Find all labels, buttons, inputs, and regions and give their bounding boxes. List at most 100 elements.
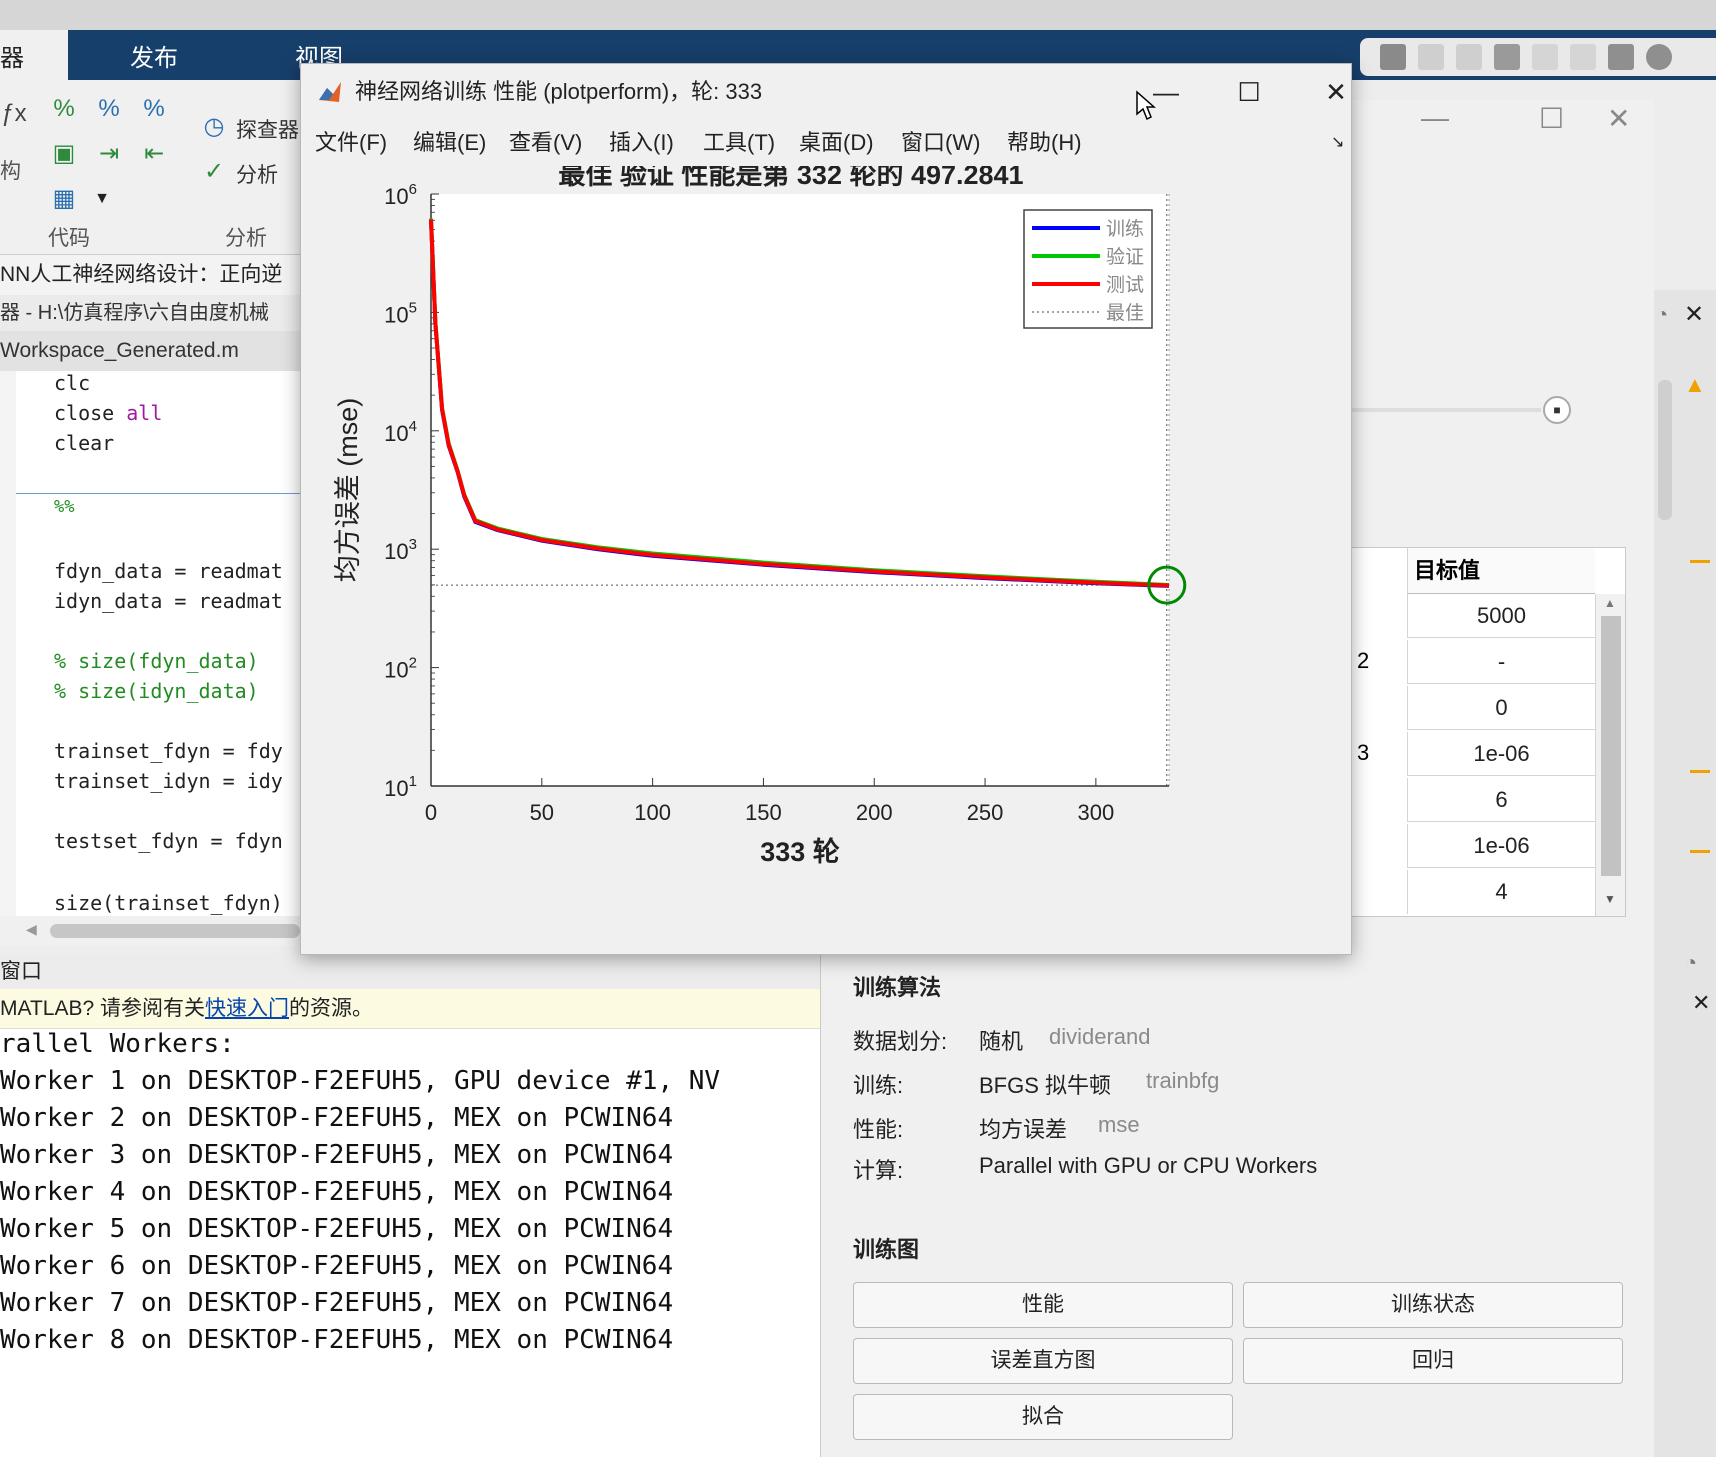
algo-value: 均方误差 [979, 1117, 1068, 1142]
stop-icon[interactable]: ■ [1543, 396, 1571, 424]
algo-func: trainbfg [1146, 1068, 1220, 1093]
y-tick-label: 104 [384, 418, 417, 446]
bg-minimize-icon[interactable]: — [1421, 102, 1449, 134]
code-line: % size(idyn_data) [54, 679, 259, 703]
legend-label: 测试 [1106, 274, 1144, 296]
code-line: trainset_idyn = idy [54, 769, 283, 793]
table-cell: - [1407, 640, 1595, 684]
editor-horizontal-scrollbar[interactable]: ◀ [0, 916, 310, 946]
wrap-comments-icon[interactable]: % [140, 95, 168, 123]
right-side-panel: ◔ ✕ ▲ ◔ ✕ [1654, 290, 1716, 1457]
notice-text: MATLAB? 请参阅有关 [0, 997, 205, 1020]
figure-title: 神经网络训练 性能 (plotperform)，轮: 333 [355, 79, 763, 104]
x-tick-label: 100 [634, 800, 671, 825]
performance-button[interactable]: 性能 [853, 1282, 1233, 1328]
profiler-icon[interactable]: ◷ [200, 113, 228, 141]
menu-insert[interactable]: 插入(I) [609, 120, 674, 166]
fit-button[interactable]: 拟合 [853, 1394, 1233, 1440]
notice-close-icon[interactable]: ✕ [1692, 990, 1710, 1016]
command-window-output[interactable]: rallel Workers: Worker 1 on DESKTOP-F2EF… [0, 1029, 830, 1457]
editor-code-area[interactable]: clc close all clear %% fdyn_data = readm… [0, 371, 310, 916]
analyze-icon[interactable]: ✓ [200, 158, 228, 186]
y-tick-label: 105 [384, 299, 417, 327]
scroll-up-icon[interactable]: ▲ [1604, 596, 1616, 610]
chevron-down-icon[interactable]: ▼ [88, 185, 116, 213]
paste-icon[interactable] [1494, 44, 1520, 70]
y-tick-label: 101 [384, 773, 417, 801]
menu-view[interactable]: 查看(V) [509, 120, 582, 166]
menu-tools[interactable]: 工具(T) [703, 120, 775, 166]
analyze-button[interactable]: 分析 [236, 159, 278, 189]
y-tick-label: 106 [384, 181, 417, 209]
x-tick-label: 300 [1078, 800, 1115, 825]
table-scroll-thumb[interactable] [1601, 616, 1621, 876]
menu-desktop[interactable]: 桌面(D) [799, 120, 874, 166]
copy-icon[interactable] [1456, 44, 1482, 70]
refactor-icon[interactable]: ▦ [50, 185, 78, 213]
x-tick-label: 200 [856, 800, 893, 825]
maximize-button[interactable]: ☐ [1216, 64, 1282, 120]
training-state-button[interactable]: 训练状态 [1243, 1282, 1623, 1328]
output-line: Worker 4 on DESKTOP-F2EFUH5, MEX on PCWI… [0, 1177, 674, 1207]
chart-title: 最佳 验证 性能是第 332 轮的 497.2841 [558, 166, 1023, 190]
legend-label: 验证 [1106, 246, 1144, 268]
output-line: rallel Workers: [0, 1029, 235, 1059]
group-label-code: 代码 [48, 227, 90, 250]
menu-window[interactable]: 窗口(W) [901, 120, 980, 166]
code-line: clear [54, 431, 115, 455]
regression-button[interactable]: 回归 [1243, 1338, 1623, 1384]
function-icon[interactable]: ƒx [0, 100, 28, 128]
code-line: close all [54, 401, 162, 425]
close-button[interactable]: ✕ [1303, 64, 1369, 120]
menu-edit[interactable]: 编辑(E) [413, 120, 486, 166]
command-window-header: 窗口 [0, 955, 830, 989]
save-icon[interactable] [1380, 44, 1406, 70]
undo-icon[interactable] [1532, 44, 1558, 70]
decrease-indent-icon[interactable]: ⇤ [140, 140, 168, 168]
legend-label: 训练 [1106, 218, 1144, 240]
table-cell: 5000 [1407, 594, 1595, 638]
quick-start-link[interactable]: 快速入门 [205, 997, 289, 1020]
scroll-left-icon[interactable]: ◀ [26, 921, 37, 938]
redo-icon[interactable] [1570, 44, 1596, 70]
explorer-button[interactable]: 探查器 [236, 114, 299, 144]
panel-menu-icon[interactable]: ◔ [1684, 950, 1697, 976]
code-line: fdyn_data = readmat [54, 559, 283, 583]
comment-toggle-icon[interactable]: % [95, 95, 123, 123]
code-line: trainset_fdyn = fdy [54, 739, 283, 763]
menu-file[interactable]: 文件(F) [315, 120, 387, 166]
performance-plot[interactable]: 最佳 验证 性能是第 332 轮的 497.2841 0 50 100 150 200 2… [301, 166, 1351, 952]
bg-maximize-icon[interactable]: ☐ [1539, 102, 1564, 135]
bg-close-icon[interactable]: ✕ [1607, 102, 1630, 135]
increase-indent-icon[interactable]: ⇥ [95, 140, 123, 168]
output-line: Worker 6 on DESKTOP-F2EFUH5, MEX on PCWI… [0, 1251, 674, 1281]
indent-icon[interactable]: ▣ [50, 140, 78, 168]
panel-menu-icon[interactable]: ◔ [1656, 304, 1668, 327]
editor-file-tab[interactable]: Workspace_Generated.m [0, 331, 310, 371]
cut-icon[interactable] [1418, 44, 1444, 70]
scroll-thumb[interactable] [50, 924, 300, 938]
scroll-down-icon[interactable]: ▼ [1604, 892, 1616, 906]
algo-value: BFGS 拟牛顿 [979, 1073, 1112, 1098]
output-line: Worker 5 on DESKTOP-F2EFUH5, MEX on PCWI… [0, 1214, 674, 1244]
performance-figure-window: 神经网络训练 性能 (plotperform)，轮: 333 — ☐ ✕ 文件(… [300, 63, 1352, 955]
legend: 训练验证测试最佳 [1023, 209, 1153, 329]
table-cell: 1e-06 [1407, 732, 1595, 776]
dock-arrow-icon[interactable]: ↘ [1331, 120, 1344, 166]
warning-marker [1690, 560, 1710, 563]
y-tick-label: 102 [384, 655, 417, 683]
table-scrollbar[interactable]: ▲ ▼ [1595, 594, 1625, 916]
algo-key: 训练: [853, 1073, 904, 1098]
desktop-top-strip [0, 0, 1716, 30]
tab-publish[interactable]: 发布 [110, 30, 198, 80]
comment-percent-icon[interactable]: % [50, 95, 78, 123]
panel-close-icon[interactable]: ✕ [1684, 300, 1704, 329]
help-icon[interactable] [1646, 44, 1672, 70]
panel-scroll-thumb[interactable] [1658, 380, 1672, 520]
switch-windows-icon[interactable] [1608, 44, 1634, 70]
menu-help[interactable]: 帮助(H) [1007, 120, 1082, 166]
tab-editor[interactable]: 器 [0, 30, 68, 80]
code-line: idyn_data = readmat [54, 589, 283, 613]
algorithm-section-title: 训练算法 [853, 975, 942, 1000]
error-histogram-button[interactable]: 误差直方图 [853, 1338, 1233, 1384]
